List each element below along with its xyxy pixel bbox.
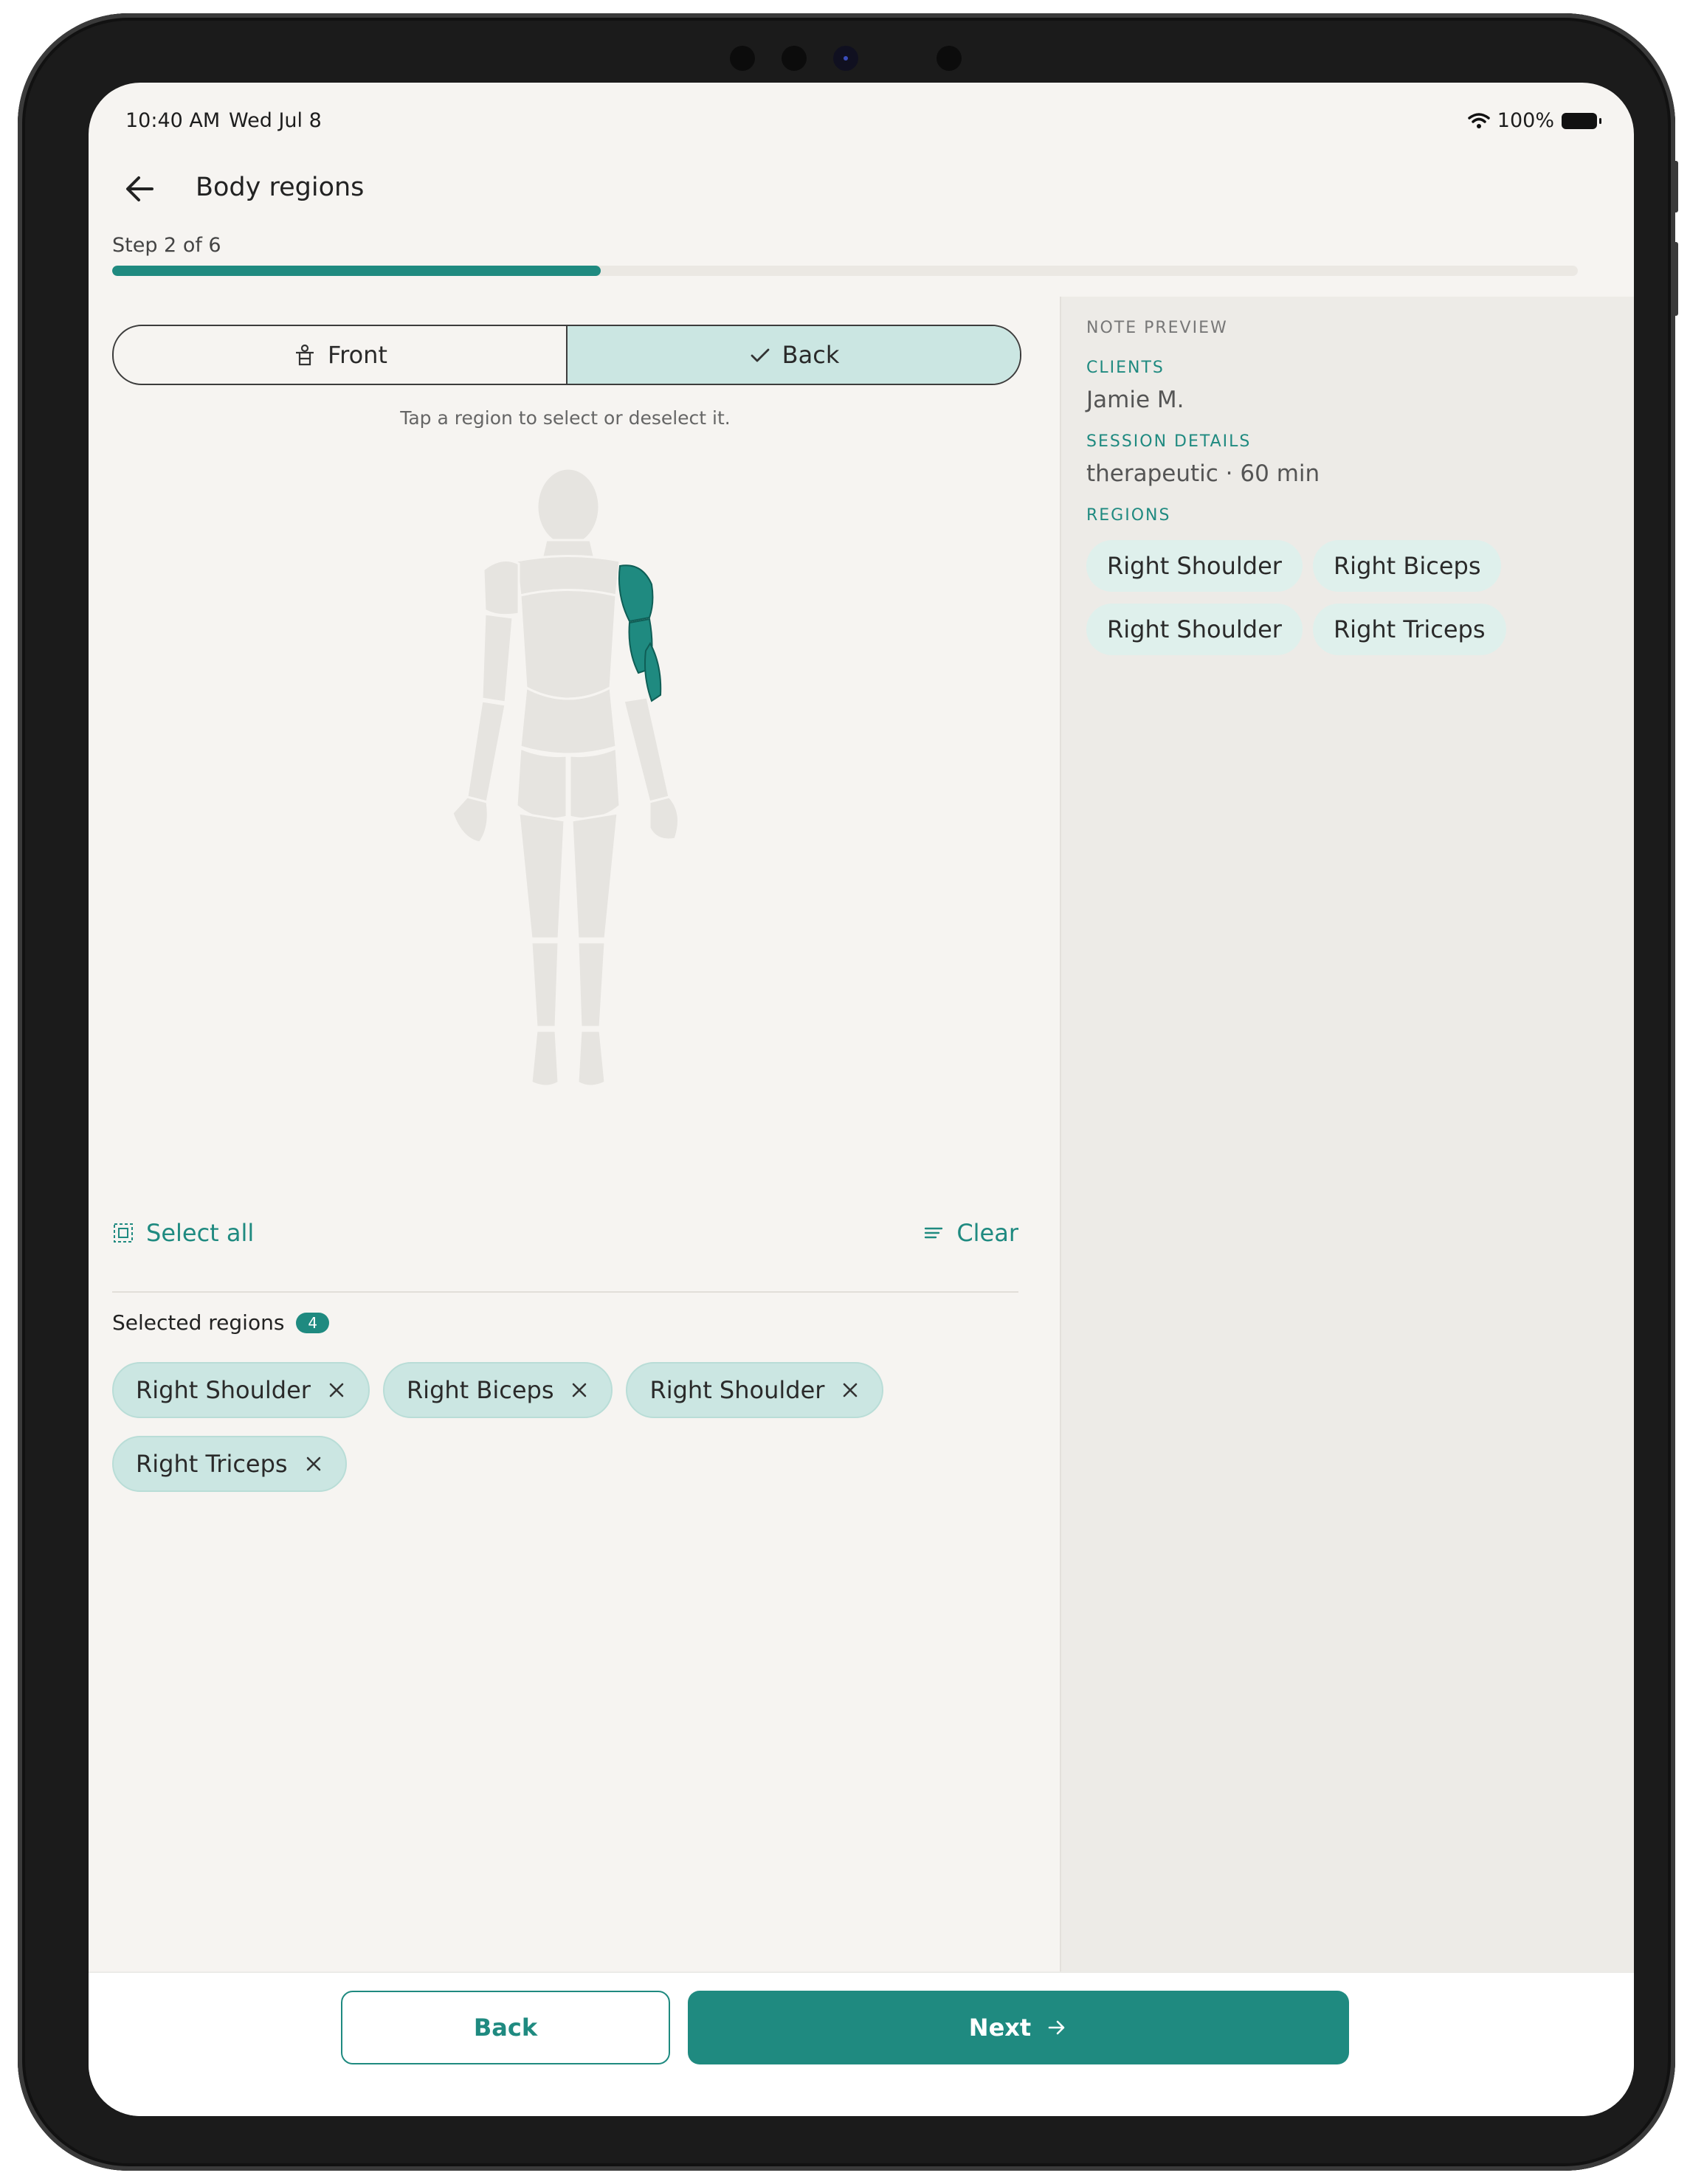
sensor (730, 46, 755, 71)
back-arrow-icon[interactable] (118, 167, 162, 211)
check-icon (751, 348, 770, 362)
page-title: Body regions (196, 173, 365, 202)
chip-label: Right Shoulder (649, 1376, 825, 1404)
select-all-button[interactable]: Select all (112, 1219, 254, 1247)
region-right-forearm[interactable] (622, 696, 671, 804)
region-left-shoulder[interactable] (482, 559, 520, 617)
region-right-triceps[interactable] (644, 641, 662, 702)
region-right-hamstring[interactable] (570, 812, 619, 940)
region-left-hamstring[interactable] (517, 812, 566, 940)
region-left-glute[interactable] (515, 746, 568, 820)
front-camera (833, 46, 858, 71)
sensor (937, 46, 962, 71)
selected-chips: Right Shoulder Right Biceps Right Should… (112, 1362, 1027, 1492)
region-right-shoulder[interactable] (618, 564, 654, 623)
body-map-pane: Front Back Tap a region to select or des… (89, 297, 1060, 1972)
note-preview-title: NOTE PREVIEW (1086, 319, 1228, 337)
back-view-button[interactable]: Back (566, 326, 1020, 384)
front-view-button[interactable]: Front (114, 326, 566, 384)
region-mid-back[interactable] (519, 589, 618, 700)
clients-label: CLIENTS (1086, 359, 1165, 377)
progress-fill (112, 266, 601, 276)
client-name: Jamie M. (1086, 387, 1184, 413)
back-view-label: Back (782, 341, 840, 369)
footer-bar: Back Next (89, 1972, 1634, 2116)
view-toggle: Front Back (112, 325, 1021, 385)
next-button[interactable]: Next (688, 1991, 1349, 2064)
tablet-frame: 10:40 AM Wed Jul 8 100% Body regions Ste… (18, 13, 1678, 2171)
app-screen: 10:40 AM Wed Jul 8 100% Body regions Ste… (89, 83, 1634, 2116)
status-time: 10:40 AM (125, 109, 221, 132)
chip-label: Right Biceps (406, 1376, 554, 1404)
region-lower-back[interactable] (519, 685, 618, 756)
region-left-hand[interactable] (451, 795, 489, 844)
next-button-label: Next (968, 2014, 1032, 2042)
selected-regions-header: Selected regions 4 (112, 1310, 330, 1335)
volume-button (1672, 161, 1678, 212)
selected-chip: Right Biceps (382, 1362, 613, 1418)
preview-chip: Right Shoulder (1086, 604, 1303, 655)
note-preview-panel: NOTE PREVIEW CLIENTS Jamie M. SESSION DE… (1060, 297, 1634, 1972)
remove-icon[interactable] (841, 1380, 860, 1400)
preview-chip: Right Shoulder (1086, 540, 1303, 592)
status-date: Wed Jul 8 (229, 109, 322, 132)
arrow-right-icon (1048, 2020, 1065, 2035)
remove-icon[interactable] (304, 1454, 323, 1473)
preview-chip: Right Triceps (1312, 604, 1506, 655)
selected-chip: Right Shoulder (112, 1362, 370, 1418)
chip-label: Right Triceps (136, 1450, 288, 1478)
session-details: therapeutic · 60 min (1086, 460, 1320, 487)
body-front-icon (296, 344, 314, 366)
clear-list-icon (925, 1227, 943, 1239)
region-right-foot[interactable] (576, 1029, 607, 1088)
region-right-calf[interactable] (576, 941, 607, 1029)
volume-button (1672, 242, 1678, 316)
selected-chip: Right Triceps (112, 1436, 347, 1492)
progress-bar (112, 266, 1578, 276)
body-figure-back (451, 467, 680, 1088)
battery-percent: 100% (1497, 109, 1554, 132)
regions-label: REGIONS (1086, 506, 1171, 525)
selected-chip: Right Shoulder (626, 1362, 884, 1418)
clear-label: Clear (956, 1219, 1018, 1247)
front-view-label: Front (328, 341, 387, 369)
selected-count-badge: 4 (296, 1312, 330, 1333)
back-button[interactable]: Back (341, 1991, 670, 2064)
wifi-icon (1468, 112, 1490, 128)
region-left-forearm[interactable] (466, 699, 507, 804)
hint-text: Tap a region to select or deselect it. (400, 407, 731, 429)
select-all-label: Select all (146, 1219, 255, 1247)
header: Body regions (89, 156, 1634, 223)
status-right: 100% (1468, 109, 1601, 132)
sensor (782, 46, 807, 71)
chip-label: Right Shoulder (136, 1376, 311, 1404)
back-button-label: Back (473, 2014, 538, 2042)
region-left-calf[interactable] (530, 941, 560, 1029)
region-left-foot[interactable] (530, 1029, 560, 1088)
region-right-glute[interactable] (568, 746, 621, 820)
remove-icon[interactable] (327, 1380, 346, 1400)
status-bar: 10:40 AM Wed Jul 8 100% (125, 109, 1601, 139)
remove-icon[interactable] (570, 1380, 589, 1400)
select-all-icon (114, 1223, 133, 1243)
selected-regions-title: Selected regions (112, 1310, 285, 1335)
step-label: Step 2 of 6 (112, 234, 221, 257)
clear-button[interactable]: Clear (922, 1219, 1018, 1247)
divider (112, 1291, 1018, 1293)
session-details-label: SESSION DETAILS (1086, 432, 1252, 451)
region-right-hand[interactable] (648, 795, 680, 841)
preview-region-chips: Right Shoulder Right Biceps Right Should… (1086, 540, 1618, 655)
battery-icon (1562, 112, 1601, 129)
preview-chip: Right Biceps (1312, 540, 1502, 592)
region-head[interactable] (536, 467, 601, 547)
region-left-upper-arm[interactable] (480, 612, 514, 704)
